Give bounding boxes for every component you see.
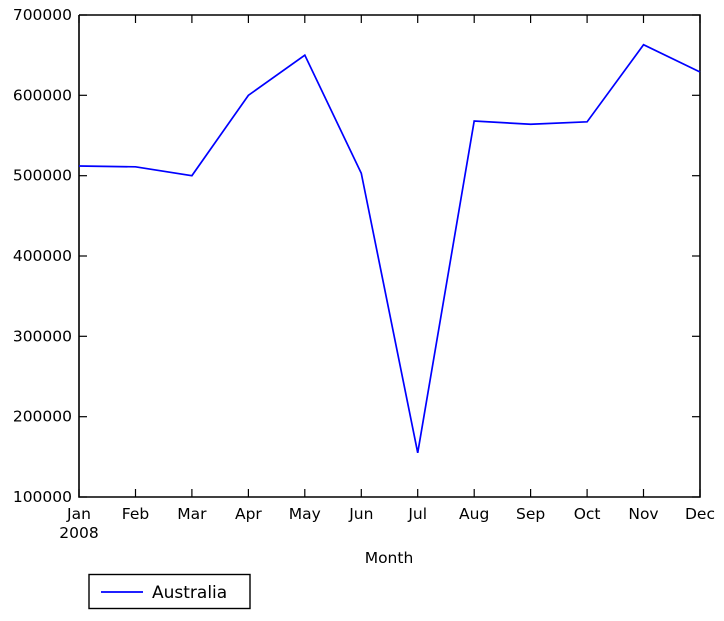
line-chart-canvas: 100000 200000 300000 400000 500000 60000… [13,6,715,610]
x-tick-label: Mar [177,505,207,523]
y-tick-label: 400000 [13,247,72,265]
x-tick-label: Jul [407,505,427,523]
y-tick-label: 600000 [13,86,72,104]
x-tick-label: Oct [574,505,601,523]
y-tick-label: 200000 [13,408,72,426]
chart-figure: 100000 200000 300000 400000 500000 60000… [0,0,724,621]
y-tick-label: 300000 [13,327,72,345]
x-tick-label: Jan [66,505,91,523]
y-tick-label: 500000 [13,167,72,185]
y-tick-label: 700000 [13,6,72,24]
x-axis-tick-labels: Jan Feb Mar Apr May Jun Jul Aug Sep Oct … [59,505,715,542]
y-tick-label: 100000 [13,488,72,506]
x-tick-label: Dec [685,505,715,523]
x-axis-title: Month [365,549,414,567]
x-tick-label: Sep [516,505,545,523]
x-tick-label: Feb [122,505,149,523]
x-axis-year-label: 2008 [59,524,98,542]
plot-area-background [79,15,700,497]
x-tick-label: Nov [628,505,658,523]
x-tick-label: Apr [235,505,262,523]
x-tick-label: Aug [459,505,489,523]
x-tick-label: Jun [348,505,373,523]
y-axis-tick-labels: 100000 200000 300000 400000 500000 60000… [13,6,72,506]
legend-label-australia: Australia [152,583,227,603]
legend[interactable]: Australia [88,573,251,610]
x-tick-label: May [289,505,321,523]
